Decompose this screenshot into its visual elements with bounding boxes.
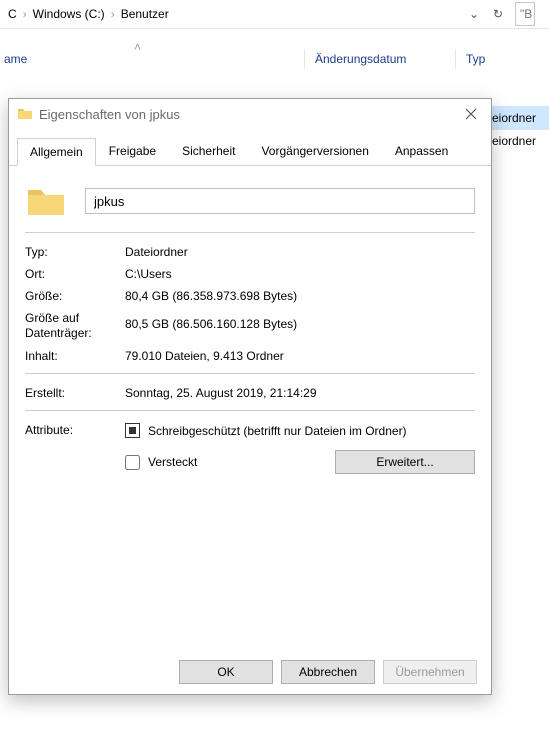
column-modified[interactable]: Änderungsdatum bbox=[315, 52, 455, 66]
dialog-title: Eigenschaften von jpkus bbox=[39, 107, 451, 122]
divider bbox=[25, 232, 475, 233]
file-row-type[interactable]: eiordner bbox=[488, 130, 549, 152]
hidden-checkbox[interactable] bbox=[125, 455, 140, 470]
label-size: Größe: bbox=[25, 289, 125, 303]
folder-name-input[interactable] bbox=[85, 188, 475, 214]
folder-icon bbox=[17, 106, 33, 122]
tab-previous[interactable]: Vorgängerversionen bbox=[248, 137, 381, 165]
tab-sharing[interactable]: Freigabe bbox=[96, 137, 169, 165]
chevron-right-icon: › bbox=[21, 7, 29, 21]
column-type[interactable]: Typ bbox=[466, 52, 526, 66]
breadcrumb-segment[interactable]: C bbox=[4, 7, 21, 21]
breadcrumb-bar: C › Windows (C:) › Benutzer ⌄ ↻ "B bbox=[0, 0, 549, 29]
tab-panel-general: Typ: Dateiordner Ort: C:\Users Größe: 80… bbox=[9, 166, 491, 494]
dialog-button-bar: OK Abbrechen Übernehmen bbox=[9, 650, 491, 694]
breadcrumb-segment[interactable]: Windows (C:) bbox=[29, 7, 109, 21]
value-size: 80,4 GB (86.358.973.698 Bytes) bbox=[125, 289, 475, 303]
refresh-icon[interactable]: ↻ bbox=[489, 7, 507, 21]
tab-customize[interactable]: Anpassen bbox=[382, 137, 461, 165]
dialog-titlebar[interactable]: Eigenschaften von jpkus bbox=[9, 99, 491, 129]
tab-general[interactable]: Allgemein bbox=[17, 138, 96, 166]
label-attributes: Attribute: bbox=[25, 423, 125, 437]
chevron-right-icon: › bbox=[109, 7, 117, 21]
column-name[interactable]: ame bbox=[0, 52, 304, 66]
tab-security[interactable]: Sicherheit bbox=[169, 137, 248, 165]
value-location: C:\Users bbox=[125, 267, 475, 281]
label-size-on-disk: Größe auf Datenträger: bbox=[25, 311, 125, 341]
label-type: Typ: bbox=[25, 245, 125, 259]
value-type: Dateiordner bbox=[125, 245, 475, 259]
apply-button[interactable]: Übernehmen bbox=[383, 660, 477, 684]
label-contains: Inhalt: bbox=[25, 349, 125, 363]
tab-strip: Allgemein Freigabe Sicherheit Vorgängerv… bbox=[9, 137, 491, 166]
sort-up-icon: ˄ bbox=[134, 40, 141, 54]
value-created: Sonntag, 25. August 2019, 21:14:29 bbox=[125, 386, 475, 400]
label-location: Ort: bbox=[25, 267, 125, 281]
properties-dialog: Eigenschaften von jpkus Allgemein Freiga… bbox=[8, 98, 492, 695]
readonly-checkbox-label: Schreibgeschützt (betrifft nur Dateien i… bbox=[148, 424, 407, 438]
label-created: Erstellt: bbox=[25, 386, 125, 400]
value-contains: 79.010 Dateien, 9.413 Ordner bbox=[125, 349, 475, 363]
hidden-checkbox-label: Versteckt bbox=[148, 455, 197, 469]
search-input[interactable]: "B bbox=[515, 2, 535, 26]
readonly-checkbox[interactable] bbox=[125, 423, 140, 438]
chevron-down-icon[interactable]: ⌄ bbox=[467, 7, 481, 21]
advanced-button[interactable]: Erweitert... bbox=[335, 450, 475, 474]
ok-button[interactable]: OK bbox=[179, 660, 273, 684]
divider bbox=[25, 410, 475, 411]
file-row-type[interactable]: eiordner bbox=[488, 106, 549, 130]
divider bbox=[25, 373, 475, 374]
close-button[interactable] bbox=[451, 99, 491, 129]
breadcrumb-segment[interactable]: Benutzer bbox=[117, 7, 173, 21]
folder-icon bbox=[25, 180, 67, 222]
value-size-on-disk: 80,5 GB (86.506.160.128 Bytes) bbox=[125, 311, 475, 331]
cancel-button[interactable]: Abbrechen bbox=[281, 660, 375, 684]
column-headers: ˄ ame Änderungsdatum Typ bbox=[0, 42, 549, 76]
